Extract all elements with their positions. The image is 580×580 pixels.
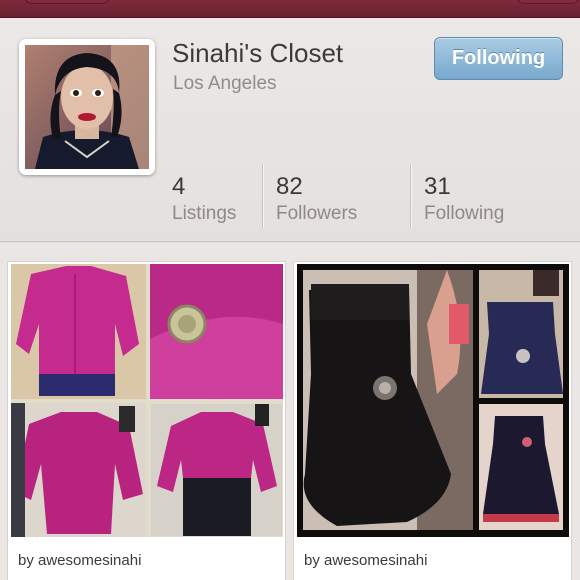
listing-photo[interactable] — [297, 264, 569, 537]
listing-byline[interactable]: by awesomesinahi — [18, 552, 141, 569]
stat-listings[interactable]: 4 Listings — [172, 173, 236, 225]
stat-divider — [262, 164, 264, 228]
avatar-frame[interactable] — [19, 39, 155, 175]
listing-card[interactable]: by awesomesinahi — [7, 261, 286, 580]
stat-followers-value: 82 — [276, 173, 303, 200]
listing-photo-collage — [11, 264, 283, 537]
stat-following[interactable]: 31 Following — [424, 173, 504, 225]
listing-photo-collage — [297, 264, 569, 537]
profile-header: Sinahi's Closet Los Angeles Following 4 … — [0, 18, 580, 242]
profile-location: Los Angeles — [173, 73, 277, 94]
stat-followers[interactable]: 82 Followers — [276, 173, 357, 225]
avatar-photo — [25, 45, 149, 169]
menu-button[interactable] — [516, 0, 580, 4]
stat-divider — [410, 164, 412, 228]
stat-following-value: 31 — [424, 173, 451, 200]
stat-following-label: Following — [424, 203, 505, 224]
stat-listings-label: Listings — [172, 203, 237, 224]
stat-followers-label: Followers — [276, 203, 358, 224]
avatar — [25, 45, 149, 169]
profile-name: Sinahi's Closet — [172, 38, 344, 68]
stat-listings-value: 4 — [172, 173, 186, 200]
listings-grid: by awesomesinahi by awesomesinahi — [0, 243, 580, 580]
top-navigation-bar — [0, 0, 580, 18]
listing-byline[interactable]: by awesomesinahi — [304, 552, 427, 569]
back-button[interactable] — [24, 0, 110, 4]
listing-card[interactable]: by awesomesinahi — [293, 261, 572, 580]
listing-photo[interactable] — [11, 264, 283, 537]
following-button[interactable]: Following — [434, 37, 563, 80]
